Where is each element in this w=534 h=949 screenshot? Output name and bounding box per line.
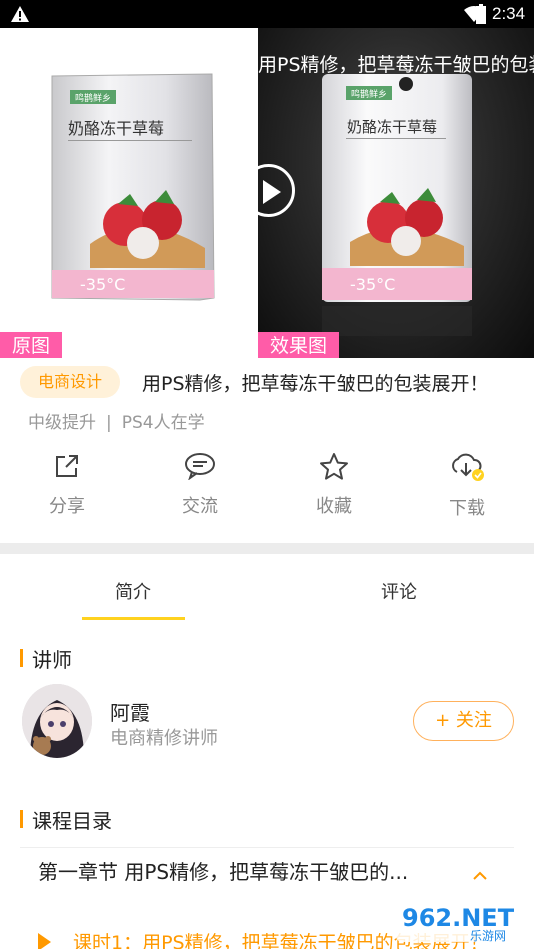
- warning-icon: [11, 6, 29, 22]
- learner-count: PS4人在学: [121, 413, 205, 433]
- result-image-pane: 鸣鹊鲜乡 奶酪冻干草莓 -35°C: [258, 28, 534, 358]
- package-name-edited: 奶酪冻干草莓: [347, 118, 437, 136]
- course-meta: 中级提升 | PS4人在学: [28, 408, 205, 433]
- video-player[interactable]: 鸣鹊鲜乡 奶酪冻干草莓 -35°C 鸣鹊鲜乡 奶酪冻干草莓 -35°C 用PS精…: [0, 28, 534, 358]
- play-icon: [38, 933, 51, 949]
- original-label: 原图: [0, 332, 63, 358]
- watermark-text: 962.NET: [402, 904, 515, 932]
- package-name: 奶酪冻干草莓: [68, 119, 164, 138]
- catalog-heading: 课程目录: [32, 809, 112, 833]
- category-badge: 电商设计: [20, 366, 121, 398]
- avatar[interactable]: [22, 684, 92, 758]
- chevron-up-icon[interactable]: [472, 871, 488, 881]
- tab-intro[interactable]: 简介: [115, 578, 151, 604]
- download-label: 下载: [449, 498, 485, 519]
- catalog-section-title: 课程目录: [20, 805, 112, 834]
- chapter-item[interactable]: 第一章节 用PS精修，把草莓冻干皱巴的...: [38, 856, 408, 885]
- share-button[interactable]: 分享: [27, 448, 107, 518]
- instructor-section-title: 讲师: [20, 644, 72, 673]
- star-icon: [320, 453, 348, 480]
- watermark-logo: 962.NET 乐游网: [396, 896, 528, 944]
- package-brand-edited: 鸣鹊鲜乡: [351, 88, 387, 100]
- package-temp-edited: -35°C: [350, 275, 395, 294]
- section-marker: [20, 810, 23, 828]
- product-package-image: 鸣鹊鲜乡 奶酪冻干草莓 -35°C: [51, 73, 215, 301]
- favorite-button[interactable]: 收藏: [294, 448, 374, 518]
- package-brand: 鸣鹊鲜乡: [75, 92, 111, 104]
- original-image-pane: 鸣鹊鲜乡 奶酪冻干草莓 -35°C: [0, 28, 258, 358]
- watermark-sub: 乐游网: [470, 929, 506, 943]
- favorite-label: 收藏: [316, 496, 352, 517]
- avatar-image: [22, 684, 92, 758]
- share-icon: [56, 455, 78, 477]
- download-button[interactable]: 下载: [427, 448, 507, 519]
- clock: 2:34: [492, 4, 526, 23]
- meta-separator: |: [106, 413, 112, 433]
- download-icon: [452, 453, 484, 481]
- battery-icon: [476, 4, 486, 24]
- catalog-divider: [20, 847, 514, 848]
- package-temp: -35°C: [80, 275, 125, 294]
- follow-button[interactable]: + 关注: [413, 701, 514, 741]
- section-divider: [0, 543, 534, 554]
- course-level: 中级提升: [28, 413, 96, 433]
- product-package-image-edited: 鸣鹊鲜乡 奶酪冻干草莓 -35°C: [322, 74, 472, 336]
- active-tab-indicator: [82, 617, 185, 620]
- video-overlay-title: 用PS精修，把草莓冻干皱巴的包装展开！: [258, 54, 534, 76]
- share-label: 分享: [49, 496, 85, 517]
- play-button[interactable]: [242, 164, 295, 217]
- course-title: 用PS精修，把草莓冻干皱巴的包装展开！: [142, 373, 489, 395]
- instructor-role: 电商精修讲师: [110, 728, 218, 749]
- result-label: 效果图: [258, 332, 340, 358]
- instructor-heading: 讲师: [32, 648, 72, 672]
- play-icon: [263, 180, 281, 204]
- course-title-row: 电商设计 用PS精修，把草莓冻干皱巴的包装展开！: [20, 366, 520, 398]
- instructor-name: 阿霞: [110, 701, 150, 725]
- chat-button[interactable]: 交流: [160, 448, 240, 518]
- chat-label: 交流: [182, 496, 218, 517]
- section-marker: [20, 649, 23, 667]
- action-bar: 分享 交流 收藏 下载: [0, 448, 534, 519]
- tab-bar: 简介 评论: [0, 570, 534, 620]
- status-bar: 2:34: [0, 0, 534, 28]
- chat-icon: [185, 453, 215, 480]
- tab-comments[interactable]: 评论: [381, 578, 417, 604]
